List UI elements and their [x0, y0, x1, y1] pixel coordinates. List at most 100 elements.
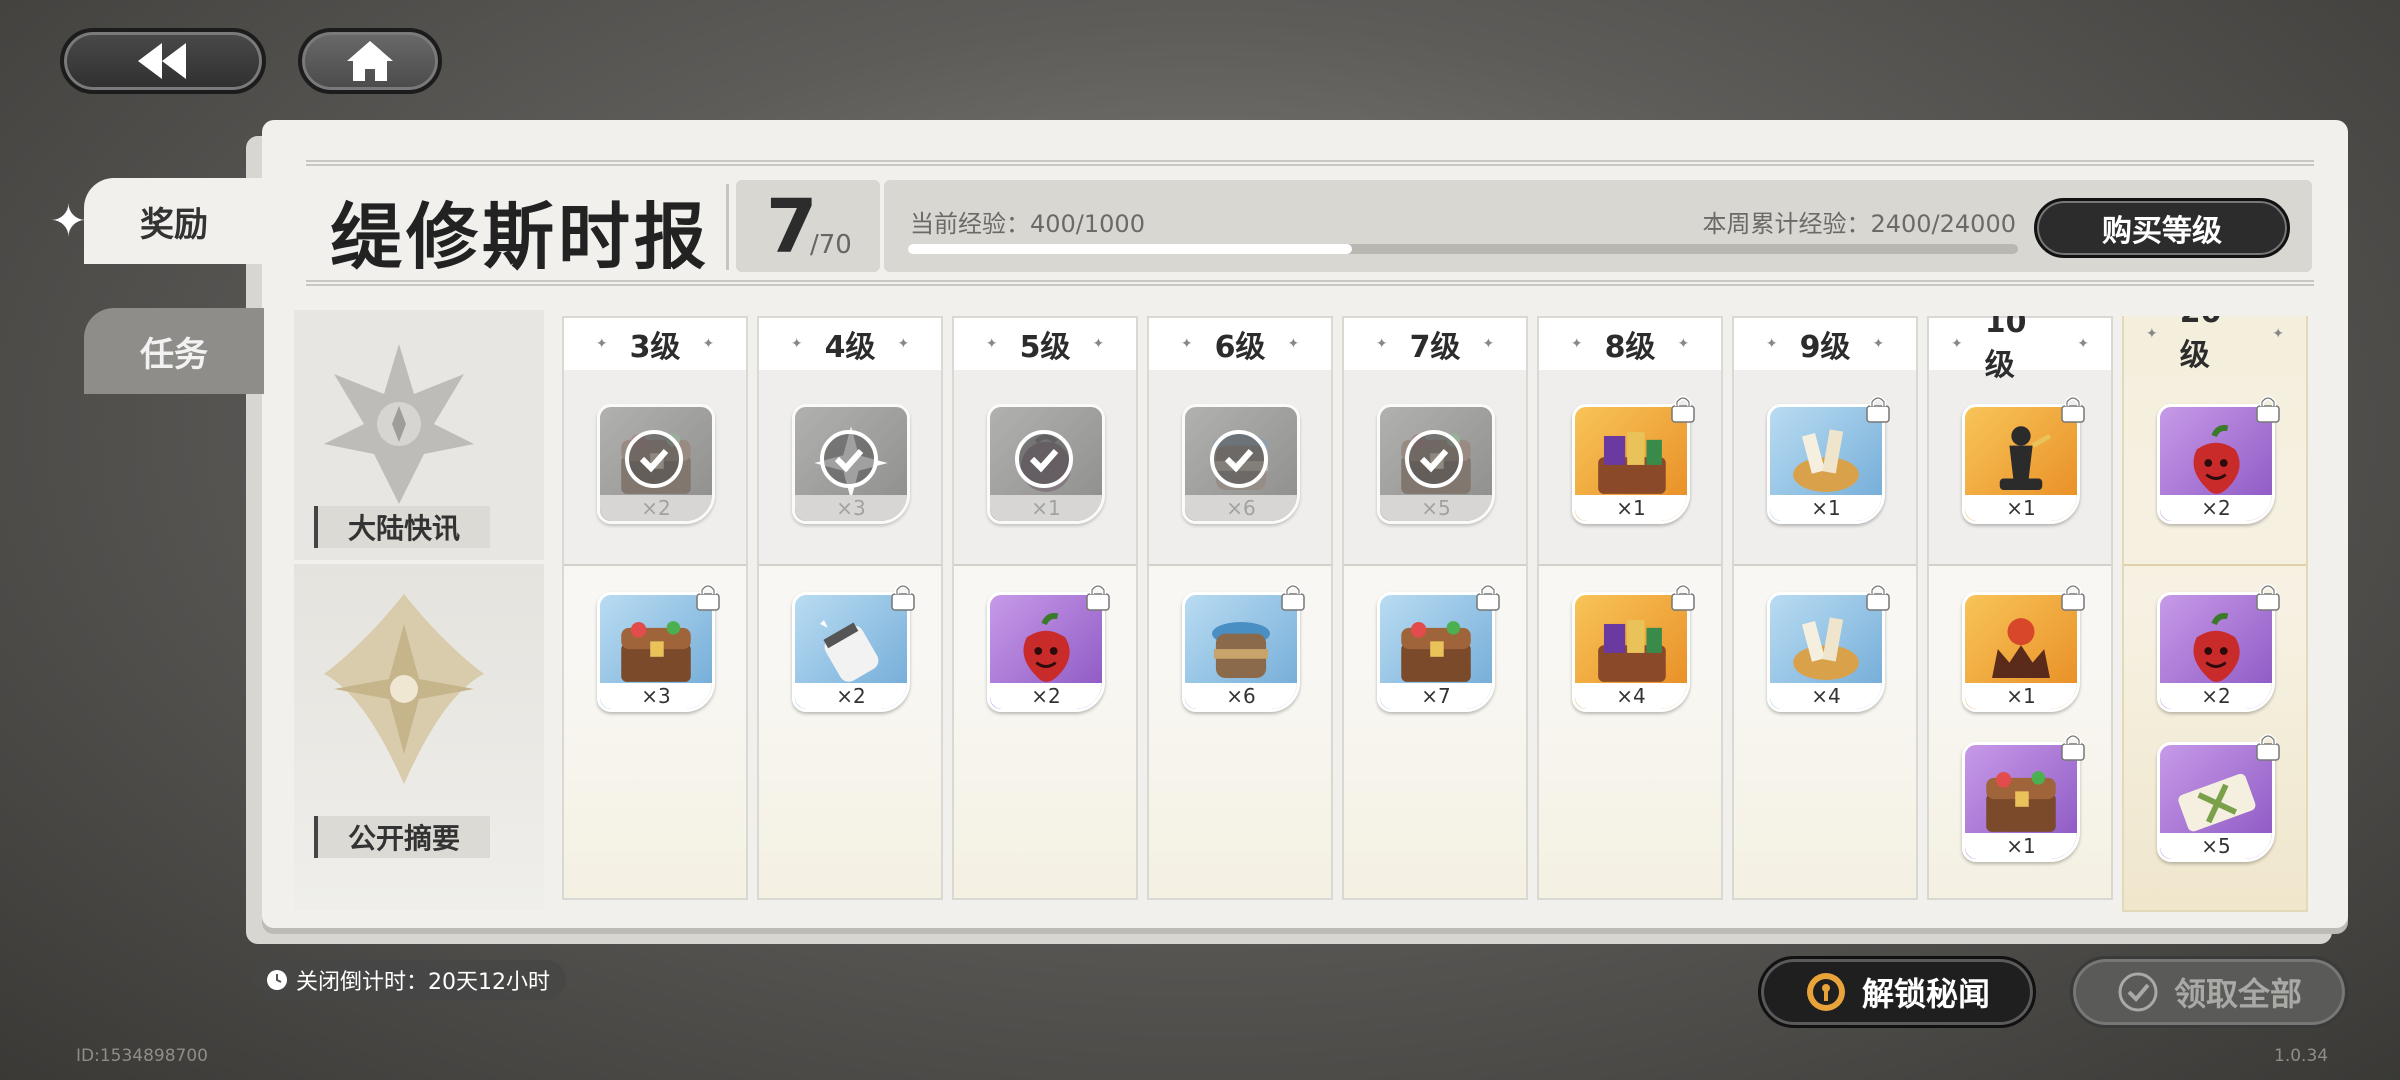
premium-reward-item[interactable]: ×6 — [1182, 584, 1305, 718]
home-icon — [347, 41, 393, 81]
premium-reward-item[interactable]: ×4 — [1767, 584, 1890, 718]
reward-quantity: ×2 — [2160, 683, 2272, 709]
lock-icon — [2255, 582, 2281, 612]
track-labels: 大陆快讯 公开摘要 — [294, 310, 544, 910]
premium-reward-item[interactable]: ×5 — [2157, 734, 2280, 868]
reward-quantity: ×6 — [1185, 495, 1297, 521]
track-divider — [1149, 564, 1331, 566]
premium-reward-item[interactable]: ×3 — [597, 584, 720, 718]
diamond-icon: ✦ — [1482, 336, 1495, 352]
free-reward-item[interactable]: ×1 — [1767, 396, 1890, 530]
reward-quantity: ×2 — [990, 683, 1102, 709]
reward-quantity: ×1 — [1965, 683, 2077, 709]
track-divider — [1539, 564, 1721, 566]
back-button[interactable] — [60, 28, 266, 94]
level-label: 9级 — [1799, 330, 1851, 365]
unlock-secrets-button[interactable]: 解锁秘闻 — [1758, 956, 2036, 1028]
level-display: 7 /70 — [736, 180, 880, 272]
reward-column: ✦ 10级 ✦ ×1 ×1 ×1 — [1927, 316, 2113, 900]
lock-icon — [2060, 582, 2086, 612]
reward-quantity: ×1 — [1770, 495, 1882, 521]
lock-icon — [2255, 732, 2281, 762]
level-header: ✦ 10级 ✦ — [1929, 316, 2111, 383]
reward-quantity: ×1 — [1965, 495, 2077, 521]
premium-reward-item[interactable]: ×2 — [2157, 584, 2280, 718]
premium-reward-item[interactable]: ×2 — [987, 584, 1110, 718]
silver-wing-emblem-icon — [324, 344, 474, 504]
claimed-check-icon — [1015, 430, 1073, 488]
free-reward-item[interactable]: ×1 — [1572, 396, 1695, 530]
diamond-icon: ✦ — [1375, 336, 1388, 352]
lock-icon — [1670, 582, 1696, 612]
diamond-icon: ✦ — [2077, 336, 2089, 352]
level-label: 4级 — [824, 330, 876, 365]
title-separator — [726, 184, 729, 270]
tab-rewards[interactable]: 奖励 — [84, 178, 264, 264]
version-number: 1.0.34 — [2274, 1046, 2329, 1066]
clock-icon — [267, 970, 287, 990]
lock-icon — [1280, 582, 1306, 612]
lock-icon — [2060, 732, 2086, 762]
key-medallion-icon — [1806, 973, 1845, 1011]
free-reward-item[interactable]: ×1 — [1962, 396, 2085, 530]
page-title: 缇修斯时报 — [330, 195, 711, 279]
diamond-icon: ✦ — [897, 336, 910, 352]
track-divider — [1734, 564, 1916, 566]
lock-icon — [1085, 582, 1111, 612]
reward-column: ✦ 20级 ✦ ×2 ×2 ×5 — [2122, 316, 2308, 912]
lock-icon — [695, 582, 721, 612]
free-reward-item[interactable]: ×2 — [597, 404, 715, 530]
diamond-icon: ✦ — [1951, 336, 1963, 352]
premium-reward-item[interactable]: ×2 — [792, 584, 915, 718]
lock-icon — [1670, 394, 1696, 424]
close-countdown: 关闭倒计时：20天12小时 — [254, 960, 566, 1000]
reward-quantity: ×6 — [1185, 683, 1297, 709]
gold-ornament-emblem-icon — [324, 594, 484, 784]
premium-reward-item[interactable]: ×7 — [1377, 584, 1500, 718]
buy-level-label: 购买等级 — [2102, 214, 2222, 249]
reward-quantity: ×2 — [795, 683, 907, 709]
reward-quantity: ×4 — [1770, 683, 1882, 709]
claim-all-button[interactable]: 领取全部 — [2070, 956, 2348, 1028]
lock-icon — [890, 582, 916, 612]
home-button[interactable] — [298, 28, 442, 94]
free-reward-item[interactable]: ×5 — [1377, 404, 1495, 530]
reward-column: ✦ 4级 ✦ ×3 ×2 — [757, 316, 943, 900]
buy-level-button[interactable]: 购买等级 — [2034, 198, 2290, 258]
free-reward-item[interactable]: ×1 — [987, 404, 1105, 530]
tab-tasks[interactable]: 任务 — [84, 308, 264, 394]
level-header: ✦ 8级 ✦ — [1539, 318, 1721, 370]
sparkle-icon: ✦ — [50, 196, 87, 247]
reward-quantity: ×3 — [600, 683, 712, 709]
free-reward-item[interactable]: ×6 — [1182, 404, 1300, 530]
reward-quantity: ×2 — [2160, 495, 2272, 521]
level-label: 7级 — [1409, 330, 1461, 365]
premium-reward-item[interactable]: ×1 — [1962, 584, 2085, 718]
lock-icon — [1865, 394, 1891, 424]
level-label: 6级 — [1214, 330, 1266, 365]
track-divider — [954, 564, 1136, 566]
lock-icon — [2060, 394, 2086, 424]
level-header: ✦ 20级 ✦ — [2124, 316, 2306, 373]
premium-reward-item[interactable]: ×1 — [1962, 734, 2085, 868]
tab-rewards-label: 奖励 — [140, 204, 208, 245]
track-divider — [2124, 564, 2306, 566]
diamond-icon: ✦ — [1287, 336, 1300, 352]
reward-column: ✦ 5级 ✦ ×1 ×2 — [952, 316, 1138, 900]
reward-quantity: ×3 — [795, 495, 907, 521]
premium-reward-item[interactable]: ×4 — [1572, 584, 1695, 718]
free-reward-item[interactable]: ×3 — [792, 404, 910, 530]
lock-icon — [2255, 394, 2281, 424]
diamond-icon: ✦ — [1092, 336, 1105, 352]
unlock-secrets-label: 解锁秘闻 — [1861, 975, 1990, 1013]
reward-column: ✦ 6级 ✦ ×6 ×6 — [1147, 316, 1333, 900]
exp-progress-fill — [908, 244, 1352, 254]
diamond-icon: ✦ — [2272, 326, 2284, 342]
free-reward-item[interactable]: ×2 — [2157, 396, 2280, 530]
claim-all-label: 领取全部 — [2173, 975, 2302, 1013]
check-circle-icon — [2118, 972, 2158, 1012]
claimed-check-icon — [820, 430, 878, 488]
reward-column: ✦ 8级 ✦ ×1 ×4 — [1537, 316, 1723, 900]
reward-quantity: ×5 — [1380, 495, 1492, 521]
level-label: 10级 — [1984, 316, 2027, 383]
